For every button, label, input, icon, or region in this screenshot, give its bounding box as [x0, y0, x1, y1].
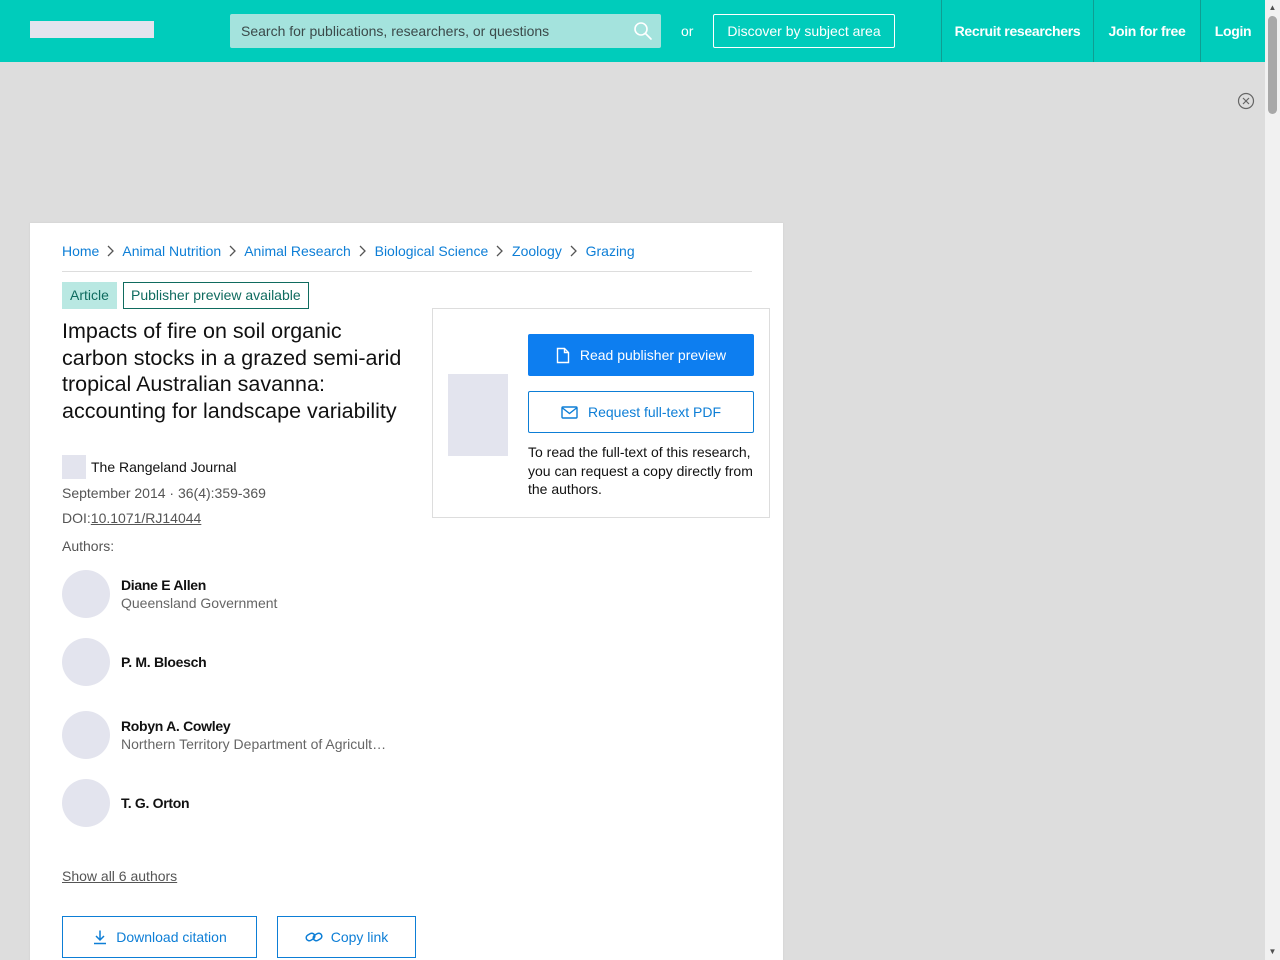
top-navigation-bar: or Discover by subject area Recruit rese…	[0, 0, 1265, 62]
scrollbar-thumb[interactable]	[1268, 16, 1277, 114]
publication-date: September 2014 · 36(4):359-369	[62, 485, 266, 501]
avatar[interactable]	[62, 570, 110, 618]
scroll-up-arrow-icon[interactable]: ▲	[1268, 3, 1277, 12]
envelope-icon	[561, 405, 578, 419]
journal-logo	[62, 455, 86, 479]
site-logo[interactable]	[30, 21, 154, 38]
author-name-link[interactable]: Diane E Allen	[121, 577, 206, 593]
search-box	[230, 14, 661, 48]
download-citation-label: Download citation	[116, 929, 227, 945]
copy-link-button[interactable]: Copy link	[277, 916, 416, 958]
authors-label: Authors:	[62, 538, 115, 554]
show-all-authors-link[interactable]: Show all 6 authors	[62, 868, 177, 884]
author-name-link[interactable]: Robyn A. Cowley	[121, 718, 231, 734]
preview-thumbnail[interactable]	[448, 374, 508, 456]
publication-card: Home Animal Nutrition Animal Research Bi…	[30, 223, 783, 960]
doi-label: DOI:	[62, 510, 91, 526]
article-type-tag: Article	[62, 282, 117, 309]
scroll-down-arrow-icon[interactable]: ▼	[1268, 947, 1277, 956]
breadcrumb-item-home[interactable]: Home	[62, 243, 99, 259]
chevron-right-icon	[496, 245, 504, 257]
join-for-free-link[interactable]: Join for free	[1093, 0, 1200, 62]
doi-row: DOI:10.1071/RJ14044	[62, 510, 201, 526]
request-note-text: To read the full-text of this research, …	[528, 444, 753, 497]
doi-link[interactable]: 10.1071/RJ14044	[91, 510, 202, 526]
publisher-preview-panel: Read publisher preview Request full-text…	[432, 308, 770, 518]
copy-link-label: Copy link	[330, 929, 389, 945]
or-separator-text: or	[681, 23, 694, 39]
chevron-right-icon	[229, 245, 237, 257]
avatar[interactable]	[62, 779, 110, 827]
publisher-preview-tag: Publisher preview available	[123, 282, 309, 309]
author-name-link[interactable]: T. G. Orton	[121, 795, 190, 811]
chevron-right-icon	[107, 245, 115, 257]
chevron-right-icon	[359, 245, 366, 257]
avatar[interactable]	[62, 711, 110, 759]
author-item: P. M. Bloesch	[62, 638, 402, 686]
journal-name-link[interactable]: The Rangeland Journal	[91, 459, 237, 475]
download-citation-button[interactable]: Download citation	[62, 916, 257, 958]
breadcrumb-item-biological-science[interactable]: Biological Science	[375, 243, 489, 259]
document-icon	[556, 347, 570, 363]
author-institution: Northern Territory Department of Agricul…	[121, 736, 387, 752]
request-full-text-button[interactable]: Request full-text PDF	[528, 391, 754, 433]
read-publisher-preview-label: Read publisher preview	[579, 347, 727, 363]
search-input[interactable]	[230, 14, 630, 48]
discover-by-subject-button[interactable]: Discover by subject area	[713, 14, 895, 48]
breadcrumb-item-animal-nutrition[interactable]: Animal Nutrition	[122, 243, 221, 259]
read-publisher-preview-button[interactable]: Read publisher preview	[528, 334, 754, 376]
author-item: Diane E Allen Queensland Government	[62, 570, 402, 618]
breadcrumb-item-grazing[interactable]: Grazing	[586, 243, 635, 259]
author-item: T. G. Orton	[62, 779, 402, 827]
author-name-link[interactable]: P. M. Bloesch	[121, 654, 207, 670]
publication-title: Impacts of fire on soil organic carbon s…	[62, 319, 402, 423]
avatar[interactable]	[62, 638, 110, 686]
author-item: Robyn A. Cowley Northern Territory Depar…	[62, 711, 402, 759]
search-icon[interactable]	[633, 21, 653, 41]
recruit-researchers-link[interactable]: Recruit researchers	[941, 0, 1093, 62]
author-institution: Queensland Government	[121, 595, 278, 611]
breadcrumb-item-animal-research[interactable]: Animal Research	[244, 243, 351, 259]
link-icon	[305, 932, 323, 942]
vertical-scrollbar[interactable]	[1265, 0, 1280, 960]
login-link[interactable]: Login	[1200, 0, 1265, 62]
breadcrumb-item-zoology[interactable]: Zoology	[512, 243, 562, 259]
breadcrumb: Home Animal Nutrition Animal Research Bi…	[62, 243, 752, 272]
download-icon	[94, 930, 107, 945]
request-full-text-label: Request full-text PDF	[587, 404, 722, 420]
close-circle-icon[interactable]	[1237, 92, 1255, 110]
chevron-right-icon	[570, 245, 577, 257]
